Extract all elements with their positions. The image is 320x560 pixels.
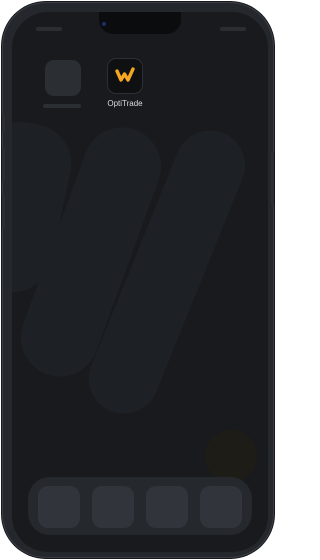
home-screen: OptiTrade bbox=[12, 12, 268, 552]
optitrade-app-label: OptiTrade bbox=[107, 99, 143, 108]
touch-indicator bbox=[205, 430, 257, 482]
dock-app-slot-4[interactable] bbox=[200, 486, 242, 528]
app-placeholder-icon[interactable] bbox=[45, 60, 81, 96]
optitrade-logo-icon bbox=[115, 67, 135, 82]
dock-app-slot-1[interactable] bbox=[38, 486, 80, 528]
status-bar-left bbox=[36, 27, 62, 31]
phone-frame: OptiTrade bbox=[2, 2, 274, 558]
dock-app-slot-3[interactable] bbox=[146, 486, 188, 528]
side-button-left-2 bbox=[2, 148, 5, 182]
front-camera bbox=[102, 22, 106, 26]
optitrade-app-icon[interactable] bbox=[107, 58, 143, 94]
dock-app-slot-2[interactable] bbox=[92, 486, 134, 528]
notch bbox=[99, 12, 181, 34]
dock bbox=[28, 477, 252, 535]
app-placeholder-label bbox=[43, 104, 81, 108]
status-bar-right bbox=[220, 27, 246, 31]
side-button-left-1 bbox=[2, 114, 5, 132]
side-button-right bbox=[271, 152, 274, 206]
side-button-left-3 bbox=[2, 194, 5, 228]
